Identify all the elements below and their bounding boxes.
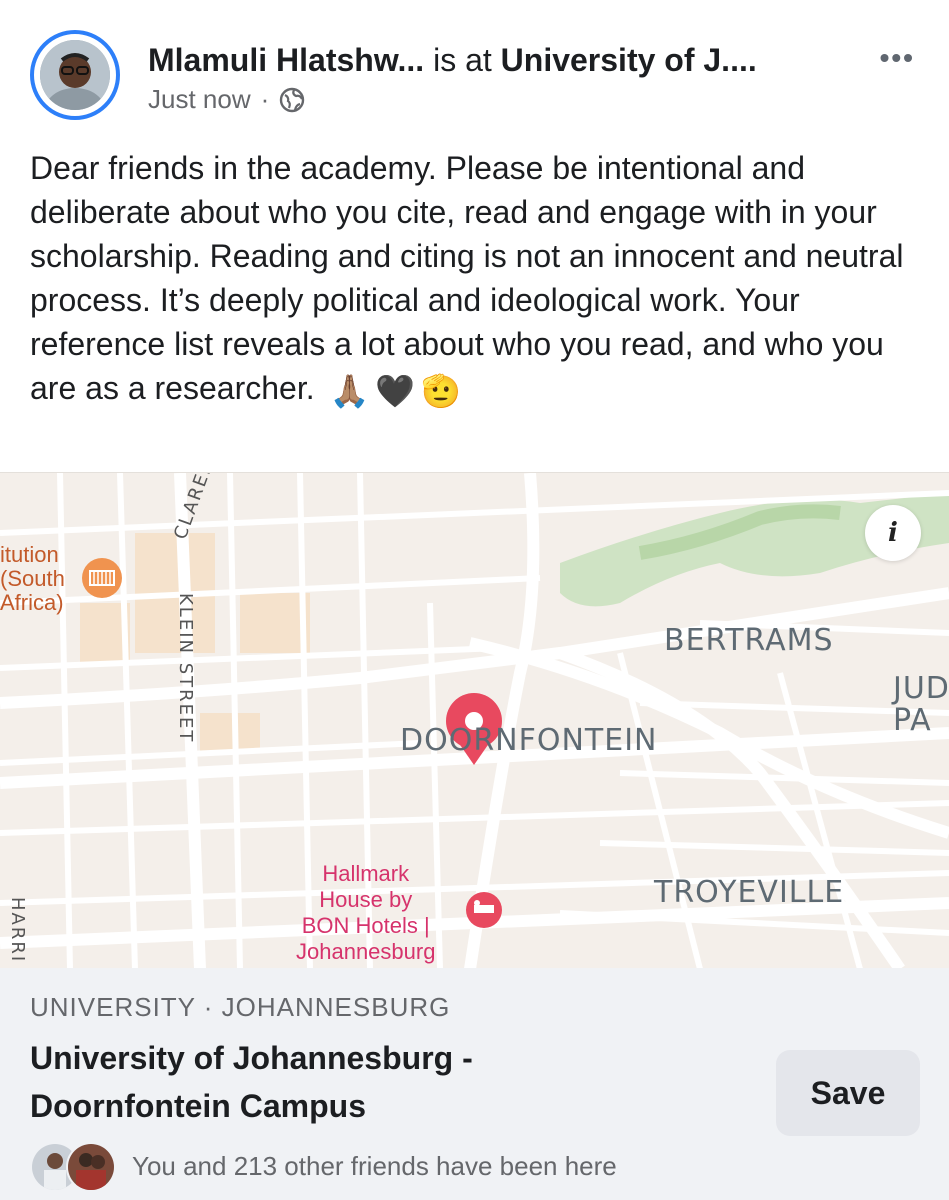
friends-text: You and 213 other friends have been here xyxy=(132,1150,617,1181)
friends-row[interactable]: You and 213 other friends have been here xyxy=(30,1140,617,1192)
meta-separator: · xyxy=(260,84,270,114)
post-text: Dear friends in the academy. Please be i… xyxy=(30,150,913,406)
location-link[interactable]: University of J.... xyxy=(501,42,757,78)
harri-street-label: HARRI xyxy=(7,897,28,964)
post-body: Dear friends in the academy. Please be i… xyxy=(30,146,925,413)
institution-label-text: itution (South Africa) xyxy=(0,542,65,615)
bertrams-label: BERTRAMS xyxy=(664,623,834,658)
globe-icon xyxy=(280,87,305,112)
author-avatar[interactable] xyxy=(30,30,120,120)
friend-avatar xyxy=(66,1142,116,1192)
place-name[interactable]: University of Johannesburg - Doornfontei… xyxy=(30,1034,670,1130)
post-meta: Just now · xyxy=(148,84,305,115)
place-card[interactable]: UNIVERSITY · JOHANNESBURG University of … xyxy=(0,968,949,1200)
post-header: Mlamuli Hlatshw... is at University of J… xyxy=(0,0,949,140)
black-heart-emoji: 🖤 xyxy=(375,372,416,409)
save-button[interactable]: Save xyxy=(776,1050,920,1136)
judith-label: JUD PA xyxy=(893,671,949,738)
klein-street-label: KLEIN STREET xyxy=(175,593,196,744)
salute-emoji: 🫡 xyxy=(421,372,462,409)
emoji-group: 🙏🏽 🖤 🫡 xyxy=(329,369,461,413)
institution-label[interactable]: itution (South Africa) xyxy=(0,543,65,615)
avatar-photo xyxy=(40,40,110,110)
troyeville-label: TROYEVILLE xyxy=(654,875,845,910)
doornfontein-label: DOORNFONTEIN xyxy=(400,723,658,758)
info-icon: i xyxy=(888,518,898,548)
title-connector: is at xyxy=(424,42,501,78)
location-map[interactable]: itution (South Africa) BERTRAMS DOORNFON… xyxy=(0,472,949,970)
more-options-icon[interactable]: ••• xyxy=(880,42,915,74)
author-name[interactable]: Mlamuli Hlatshw... xyxy=(148,42,424,78)
friend-avatars xyxy=(30,1140,120,1192)
hotel-icon[interactable] xyxy=(466,892,502,928)
post-time[interactable]: Just now xyxy=(148,84,251,115)
folded-hands-emoji: 🙏🏽 xyxy=(329,372,370,409)
map-info-button[interactable]: i xyxy=(865,505,921,561)
post-title: Mlamuli Hlatshw... is at University of J… xyxy=(148,40,757,80)
hotel-label[interactable]: Hallmark House by BON Hotels | Johannesb… xyxy=(296,861,435,965)
museum-icon[interactable] xyxy=(82,558,122,598)
place-category: UNIVERSITY · JOHANNESBURG xyxy=(30,992,451,1022)
